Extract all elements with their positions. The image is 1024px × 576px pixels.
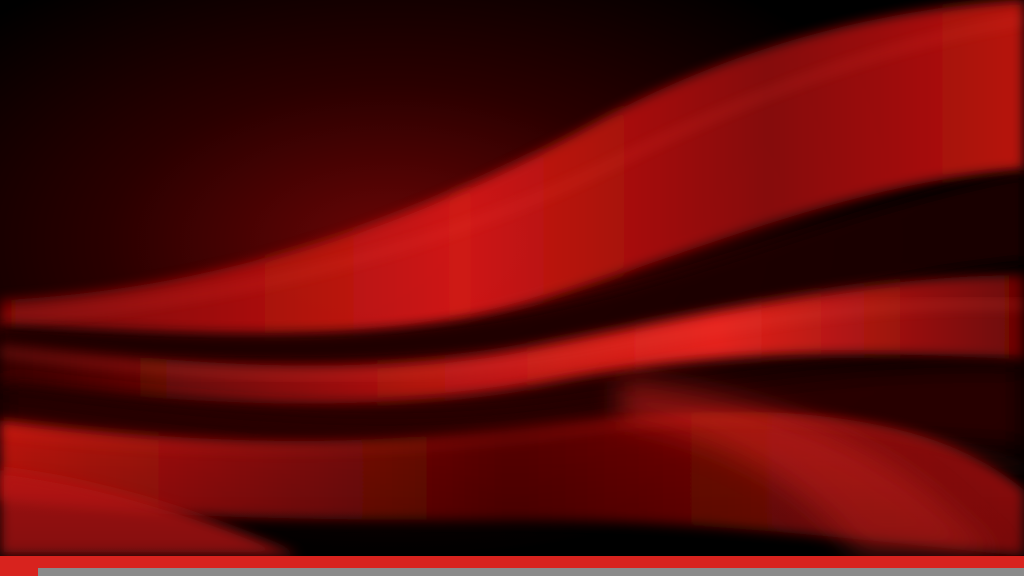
red-silk-background [0,0,1024,576]
wallpaper-canvas [0,0,1024,576]
bottom-progress-bar [38,568,1024,576]
